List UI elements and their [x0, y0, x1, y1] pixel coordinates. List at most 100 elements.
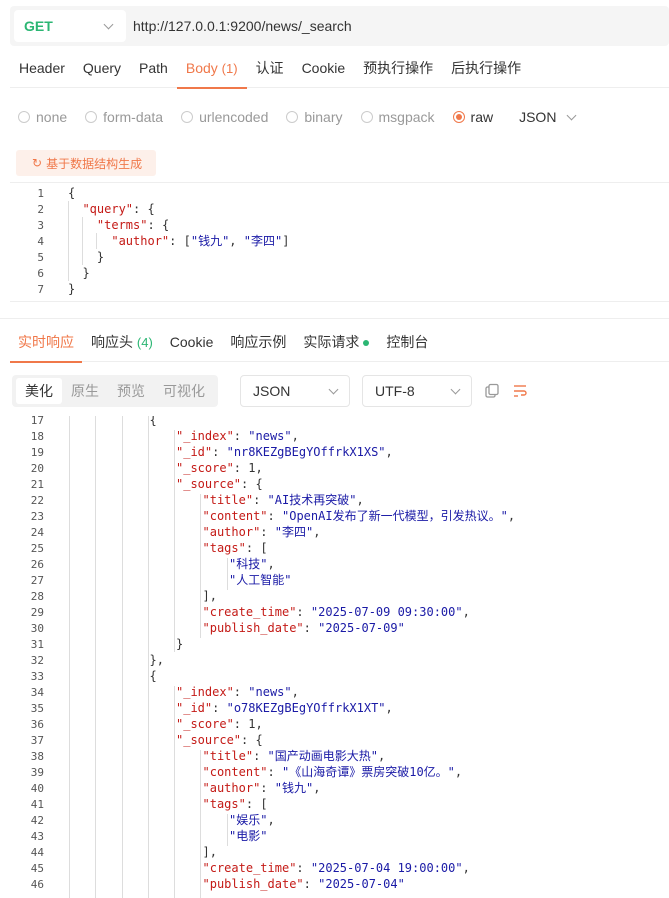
line-number: 24 — [30, 526, 44, 539]
line-number: 45 — [30, 862, 44, 875]
code-line: "author": "钱九", — [202, 781, 321, 795]
indent-guide — [68, 201, 69, 281]
view-pretty-button[interactable]: 美化 — [16, 378, 62, 404]
code-line: "_source": { — [176, 477, 263, 491]
line-number: 38 — [30, 750, 44, 763]
indent-guide — [96, 233, 97, 249]
code-line: "_index": "news", — [176, 685, 299, 699]
code-line: ], — [202, 589, 217, 603]
tab-body[interactable]: Body (1) — [176, 56, 247, 89]
code-line: } — [68, 266, 90, 280]
body-format-select[interactable]: JSON — [519, 109, 577, 125]
url-input[interactable]: http://127.0.0.1:9200/news/_search — [133, 18, 352, 34]
response-body-viewer[interactable]: 17 {18 "_index": "news", 19 "_id": "nr8KEZgB… — [10, 416, 669, 898]
copy-icon[interactable] — [484, 383, 500, 399]
radio-msgpack[interactable]: msgpack — [360, 109, 435, 125]
code-line: "_source": { — [176, 733, 263, 747]
line-number: 42 — [30, 814, 44, 827]
line-number: 26 — [30, 558, 44, 571]
line-number: 23 — [30, 510, 44, 523]
request-tabs: Header Query Path Body (1) 认证 Cookie 预执行… — [10, 56, 669, 89]
code-line: "_id": "nr8KEZgBEgYOffrkX1XS", — [176, 445, 393, 459]
radio-urlencoded[interactable]: urlencoded — [181, 109, 268, 125]
line-number: 1 — [37, 187, 44, 200]
indent-guide — [69, 416, 70, 898]
indent-guide — [148, 416, 149, 898]
code-line: "_index": "news", — [176, 429, 299, 443]
indent-guide — [227, 558, 228, 590]
tab-response-headers[interactable]: 响应头 (4) — [83, 330, 161, 362]
line-number: 33 — [30, 670, 44, 683]
line-number: 22 — [30, 494, 44, 507]
tab-body-count: (1) — [221, 61, 238, 76]
code-line: "publish_date": "2025-07-09" — [202, 621, 405, 635]
tab-live-response[interactable]: 实时响应 — [10, 330, 82, 363]
code-line: "create_time": "2025-07-09 09:30:00", — [202, 605, 470, 619]
body-type-group: none form-data urlencoded binary msgpack… — [18, 106, 577, 128]
tab-console[interactable]: 控制台 — [378, 330, 436, 362]
line-number: 19 — [30, 446, 44, 459]
wrap-icon[interactable] — [512, 383, 528, 399]
line-number: 30 — [30, 622, 44, 635]
code-line: } — [68, 250, 105, 264]
code-line: "title": "国产动画电影大热", — [202, 749, 386, 763]
radio-raw[interactable]: raw — [452, 109, 493, 125]
code-line: "电影" — [229, 829, 268, 843]
response-encoding-select[interactable]: UTF-8 — [362, 375, 472, 407]
code-line: "create_time": "2025-07-04 19:00:00", — [202, 861, 470, 875]
tab-post-script[interactable]: 后执行操作 — [442, 56, 530, 88]
radio-form-data[interactable]: form-data — [85, 109, 163, 125]
line-number: 31 — [30, 638, 44, 651]
method-select[interactable]: GET — [14, 10, 126, 42]
code-line: { — [149, 669, 157, 683]
generate-from-schema-button[interactable]: ↻ 基于数据结构生成 — [16, 150, 157, 176]
tab-response-example[interactable]: 响应示例 — [222, 330, 294, 362]
line-number: 3 — [37, 219, 44, 232]
tab-cookie[interactable]: Cookie — [293, 56, 355, 88]
code-line: "tags": [ — [202, 541, 268, 555]
line-number: 25 — [30, 542, 44, 555]
radio-none[interactable]: none — [18, 109, 67, 125]
line-number: 2 — [37, 203, 44, 216]
tab-header[interactable]: Header — [10, 56, 74, 88]
code-line: "terms": { — [96, 218, 170, 232]
view-preview-button[interactable]: 预览 — [108, 378, 154, 404]
request-body-editor[interactable]: 1 {2 "query": {3 "terms": {4 "author": ["… — [10, 182, 669, 302]
code-line: "科技", — [229, 557, 275, 571]
code-line: "query": { — [82, 202, 155, 216]
tab-response-cookie[interactable]: Cookie — [162, 330, 222, 362]
line-number: 39 — [30, 766, 44, 779]
code-line: }, — [149, 653, 164, 667]
tab-pre-script[interactable]: 预执行操作 — [354, 56, 442, 88]
line-number: 44 — [30, 846, 44, 859]
line-number: 34 — [30, 686, 44, 699]
method-label: GET — [24, 18, 53, 34]
chevron-down-icon — [103, 19, 114, 29]
view-visualize-button[interactable]: 可视化 — [154, 378, 214, 404]
tab-query[interactable]: Query — [74, 56, 130, 88]
line-number: 20 — [30, 462, 44, 475]
indent-guide — [174, 686, 175, 898]
line-number: 18 — [30, 430, 44, 443]
line-number: 17 — [30, 416, 44, 427]
indent-guide — [95, 416, 96, 898]
refresh-icon: ↻ — [32, 156, 43, 170]
line-number: 46 — [30, 878, 44, 891]
line-number: 32 — [30, 654, 44, 667]
indent-guide — [174, 430, 175, 652]
line-number: 35 — [30, 702, 44, 715]
code-line: } — [68, 282, 76, 296]
response-tabs: 实时响应 响应头 (4) Cookie 响应示例 实际请求 控制台 — [10, 330, 669, 363]
code-line: { — [68, 186, 76, 200]
status-dot-icon — [363, 340, 370, 347]
tab-path[interactable]: Path — [130, 56, 177, 88]
response-format-select[interactable]: JSON — [240, 375, 350, 407]
tab-actual-request[interactable]: 实际请求 — [295, 330, 377, 362]
view-raw-button[interactable]: 原生 — [62, 378, 108, 404]
chevron-down-icon — [450, 384, 461, 394]
radio-binary[interactable]: binary — [286, 109, 343, 125]
url-bar: GET http://127.0.0.1:9200/news/_search — [10, 6, 669, 46]
code-line: "娱乐", — [229, 813, 275, 827]
tab-auth[interactable]: 认证 — [247, 56, 293, 88]
code-line: "publish_date": "2025-07-04" — [202, 877, 405, 891]
